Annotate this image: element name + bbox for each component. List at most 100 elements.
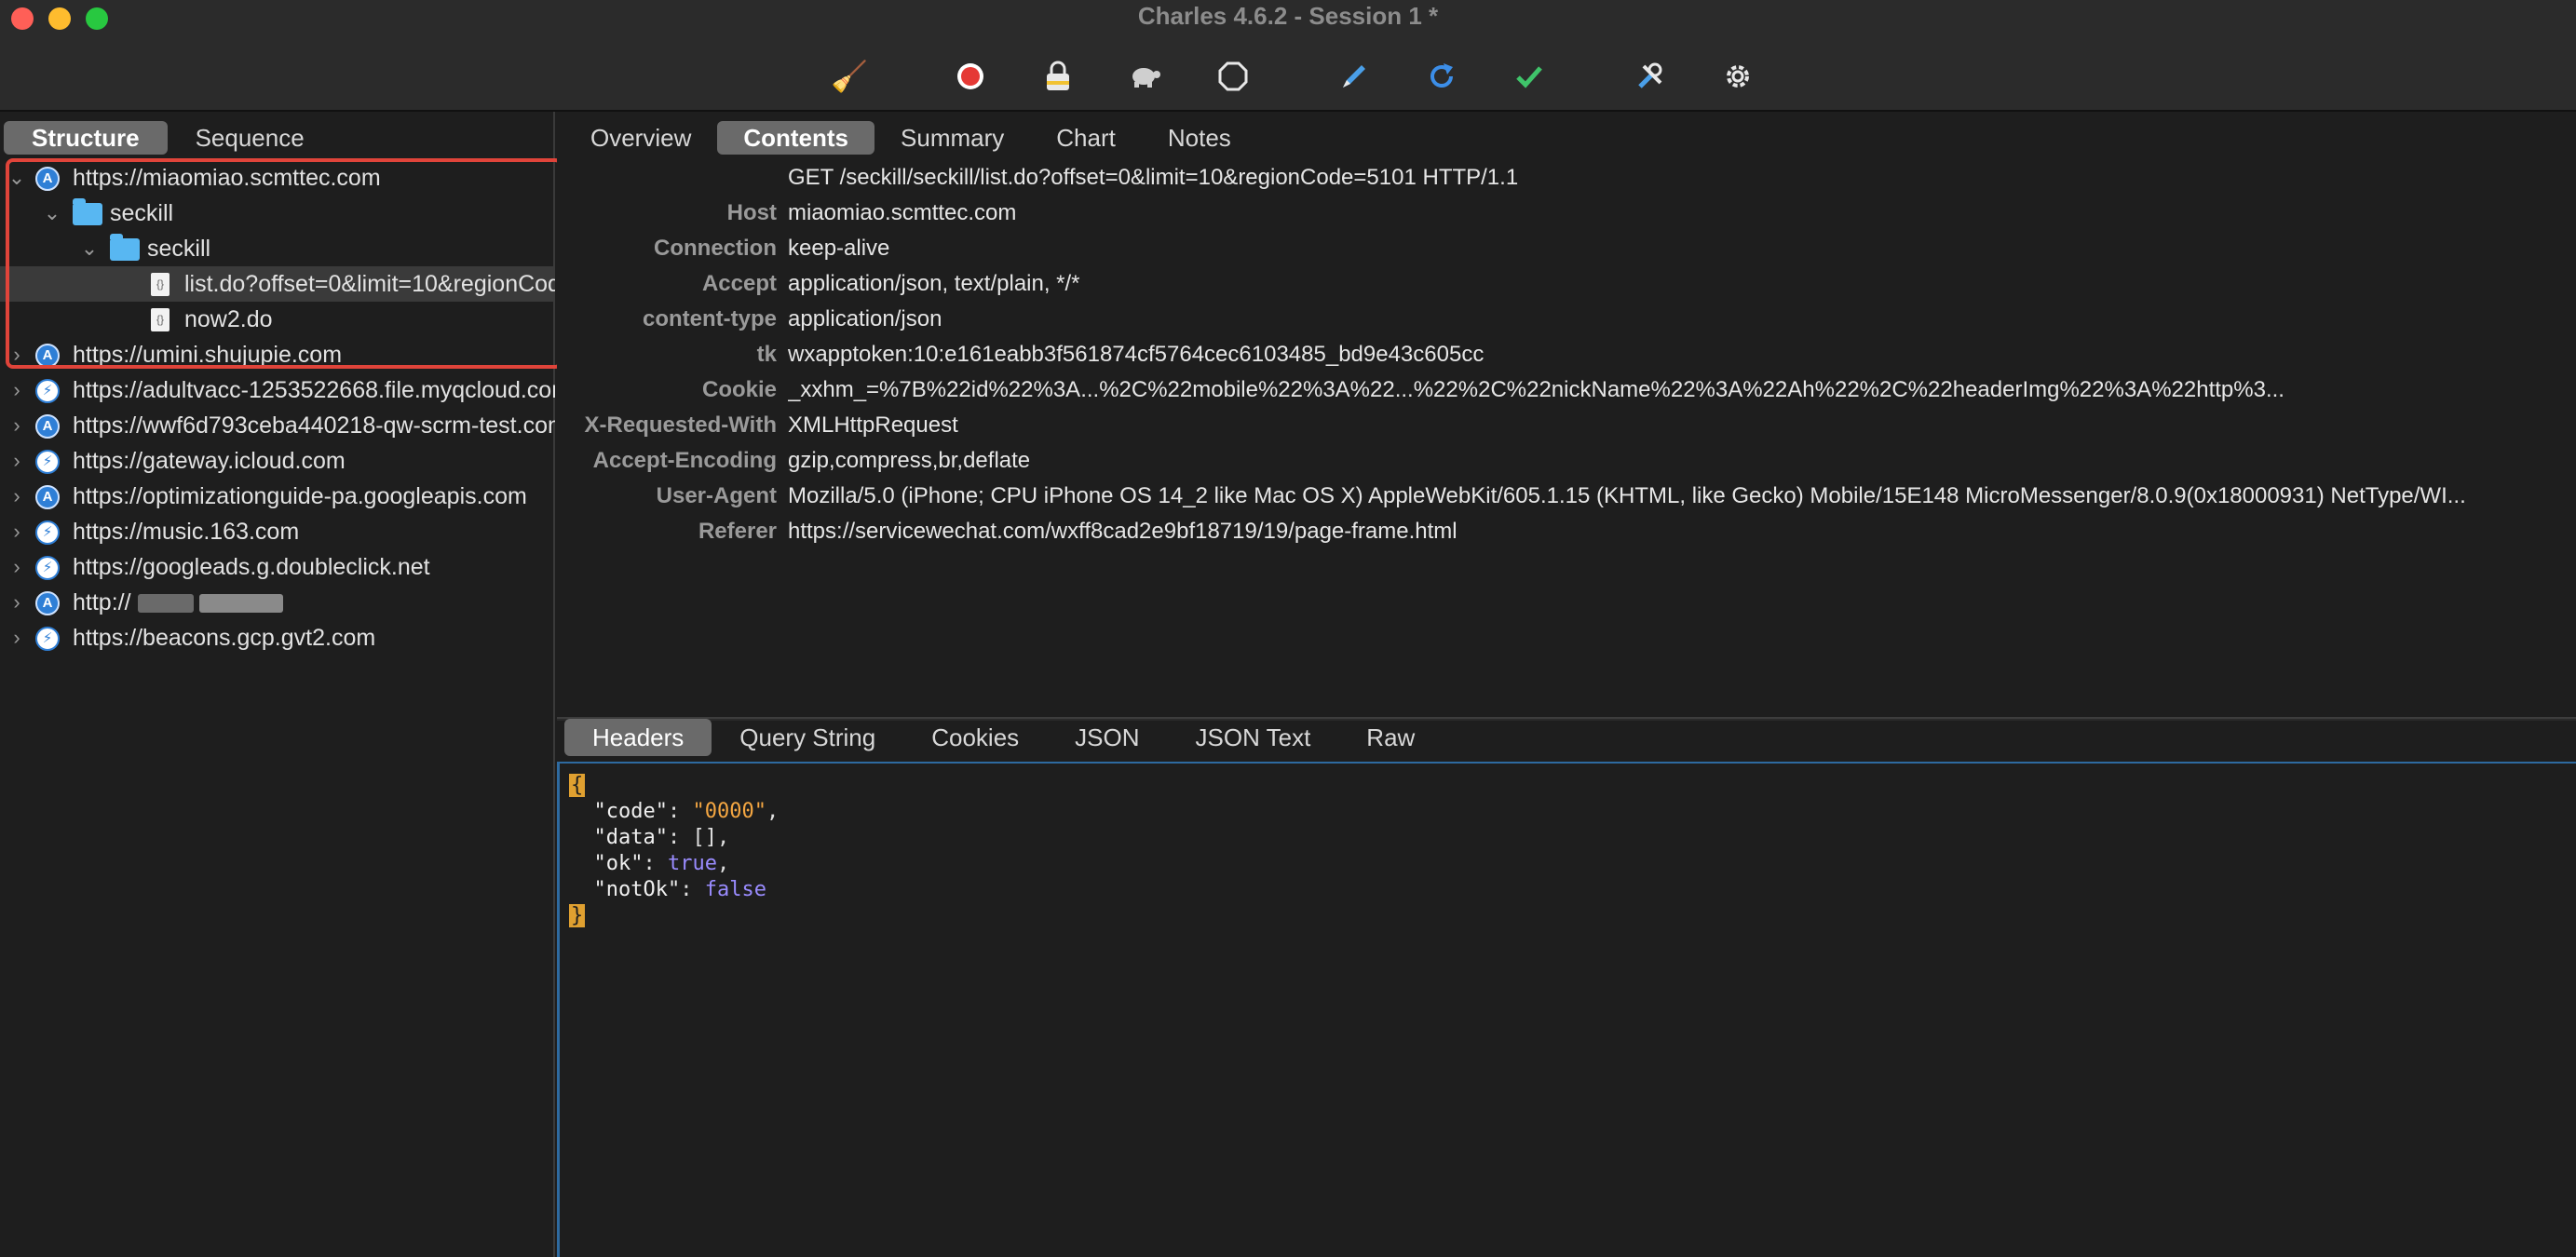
tree-row-folder[interactable]: ⌄ seckill — [0, 196, 555, 231]
broom-icon[interactable]: 🧹 — [829, 56, 870, 97]
json-viewer: { "code": "0000", "data": [], "ok": true… — [569, 773, 779, 929]
globe-icon: A — [35, 591, 60, 615]
header-key: Accept-Encoding — [557, 443, 777, 479]
header-row[interactable]: content-typeapplication/json — [557, 302, 2576, 337]
file-icon: {} — [151, 308, 169, 331]
tree-row-host[interactable]: › A https://wwf6d793ceba440218-qw-scrm-t… — [0, 408, 555, 443]
chevron-right-icon[interactable]: › — [7, 443, 26, 479]
header-row[interactable]: Connectionkeep-alive — [557, 231, 2576, 266]
tree-row-label: now2.do — [184, 302, 273, 337]
chevron-right-icon[interactable]: › — [7, 408, 26, 443]
header-value: wxapptoken:10:e161eabb3f561874cf5764cec6… — [788, 337, 2576, 372]
header-row[interactable]: Accept-Encoding gzip,compress,br,deflate — [557, 443, 2576, 479]
request-line-row: GET /seckill/seckill/list.do?offset=0&li… — [557, 160, 2576, 196]
folder-icon — [73, 203, 102, 225]
json-value: [] — [692, 826, 717, 849]
header-row[interactable]: Hostmiaomiao.scmttec.com — [557, 196, 2576, 231]
tree-row-host[interactable]: › ⚡ https://beacons.gcp.gvt2.com — [0, 620, 555, 656]
tab-summary[interactable]: Summary — [874, 121, 1030, 155]
refresh-icon[interactable] — [1421, 56, 1462, 97]
tree-row-label: https://music.163.com — [73, 514, 299, 549]
json-value: true — [668, 852, 717, 875]
turtle-icon[interactable] — [1125, 56, 1166, 97]
tab-cookies[interactable]: Cookies — [903, 719, 1047, 756]
json-value: "0000" — [692, 800, 766, 823]
tab-chart[interactable]: Chart — [1030, 121, 1142, 155]
tab-notes[interactable]: Notes — [1142, 121, 1257, 155]
json-key: "data" — [594, 826, 668, 849]
header-value: XMLHttpRequest — [788, 408, 2576, 443]
lightning-icon: ⚡ — [35, 556, 60, 580]
record-icon[interactable] — [950, 56, 991, 97]
header-value: _xxhm_=%7B%22id%22%3A...%2C%22mobile%22%… — [788, 372, 2576, 408]
chevron-right-icon[interactable]: › — [7, 620, 26, 656]
json-key: "code" — [594, 800, 668, 823]
tree-row-host[interactable]: › A http:// — [0, 585, 555, 620]
tree-row-label: https://googleads.g.doubleclick.net — [73, 549, 430, 585]
chevron-down-icon[interactable]: ⌄ — [43, 196, 61, 231]
tree-row-host[interactable]: › A https://optimizationguide-pa.googlea… — [0, 479, 555, 514]
stop-hexagon-icon[interactable] — [1213, 56, 1254, 97]
header-value: https://servicewechat.com/wxff8cad2e9bf1… — [788, 514, 2576, 549]
left-tab-bar: Structure Sequence — [4, 121, 332, 155]
chevron-right-icon[interactable]: › — [7, 479, 26, 514]
tree-row-file[interactable]: {} now2.do — [0, 302, 555, 337]
chevron-right-icon[interactable]: › — [7, 514, 26, 549]
tree-row-host[interactable]: ⌄ A https://miaomiao.scmttec.com — [0, 160, 555, 196]
tree-row-host[interactable]: › ⚡ https://gateway.icloud.com — [0, 443, 555, 479]
folder-icon — [110, 238, 140, 261]
gear-icon[interactable] — [1717, 56, 1758, 97]
header-value: gzip,compress,br,deflate — [788, 443, 2576, 479]
tree-row-folder[interactable]: ⌄ seckill — [0, 231, 555, 266]
tree-row-host[interactable]: › ⚡ https://music.163.com — [0, 514, 555, 549]
header-key: X-Requested-With — [557, 408, 777, 443]
chevron-right-icon[interactable]: › — [7, 585, 26, 620]
header-row[interactable]: Acceptapplication/json, text/plain, */* — [557, 266, 2576, 302]
header-key: Cookie — [557, 372, 777, 408]
header-value: keep-alive — [788, 231, 2576, 266]
redacted-text — [138, 594, 194, 613]
globe-icon: A — [35, 414, 60, 439]
chevron-down-icon[interactable]: ⌄ — [7, 160, 26, 196]
structure-panel: Structure Sequence ⌄ A https://miaomiao.… — [0, 112, 555, 1257]
tree-row-host[interactable]: › A https://umini.shujupie.com — [0, 337, 555, 372]
tree-row-file-selected[interactable]: {} list.do?offset=0&limit=10&regionCode=… — [0, 266, 555, 302]
pen-icon[interactable] — [1334, 56, 1375, 97]
tab-json[interactable]: JSON — [1047, 719, 1167, 756]
tab-query-string[interactable]: Query String — [712, 719, 903, 756]
header-value: application/json, text/plain, */* — [788, 266, 2576, 302]
tab-overview[interactable]: Overview — [564, 121, 717, 155]
tree-row-label: https://optimizationguide-pa.googleapis.… — [73, 479, 527, 514]
request-line: GET /seckill/seckill/list.do?offset=0&li… — [788, 160, 2576, 196]
tab-sequence[interactable]: Sequence — [168, 121, 332, 155]
header-key: tk — [557, 337, 777, 372]
header-row[interactable]: User-AgentMozilla/5.0 (iPhone; CPU iPhon… — [557, 479, 2576, 514]
lightning-icon: ⚡ — [35, 520, 60, 545]
header-row[interactable]: tk wxapptoken:10:e161eabb3f561874cf5764ce… — [557, 337, 2576, 372]
detail-panel: Overview Contents Summary Chart Notes GE… — [557, 112, 2576, 1257]
checkmark-icon[interactable] — [1509, 56, 1550, 97]
tab-structure[interactable]: Structure — [4, 121, 168, 155]
header-row[interactable]: Cookie _xxhm_=%7B%22id%22%3A...%2C%22mobi… — [557, 372, 2576, 408]
chevron-right-icon[interactable]: › — [7, 372, 26, 408]
response-tab-bar: Headers Query String Cookies JSON JSON T… — [564, 719, 1443, 756]
tab-raw[interactable]: Raw — [1338, 719, 1443, 756]
header-value: Mozilla/5.0 (iPhone; CPU iPhone OS 14_2 … — [788, 479, 2576, 514]
chevron-down-icon[interactable]: ⌄ — [80, 231, 99, 266]
tab-contents[interactable]: Contents — [717, 121, 874, 155]
json-close-brace: } — [569, 904, 585, 927]
tree-row-host[interactable]: › ⚡ https://adultvacc-1253522668.file.my… — [0, 372, 555, 408]
tab-json-text[interactable]: JSON Text — [1168, 719, 1339, 756]
tools-icon[interactable] — [1630, 56, 1671, 97]
globe-icon: A — [35, 167, 60, 191]
lock-icon[interactable] — [1037, 56, 1078, 97]
response-body[interactable]: { "code": "0000", "data": [], "ok": true… — [557, 762, 2576, 1257]
header-row[interactable]: Refererhttps://servicewechat.com/wxff8ca… — [557, 514, 2576, 549]
chevron-right-icon[interactable]: › — [7, 549, 26, 585]
tree-row-label: list.do?offset=0&limit=10&regionCode=510… — [184, 266, 555, 302]
header-row[interactable]: X-Requested-With XMLHttpRequest — [557, 408, 2576, 443]
host-tree: ⌄ A https://miaomiao.scmttec.com ⌄ secki… — [0, 160, 555, 656]
chevron-right-icon[interactable]: › — [7, 337, 26, 372]
tree-row-host[interactable]: › ⚡ https://googleads.g.doubleclick.net — [0, 549, 555, 585]
tab-headers[interactable]: Headers — [564, 719, 712, 756]
